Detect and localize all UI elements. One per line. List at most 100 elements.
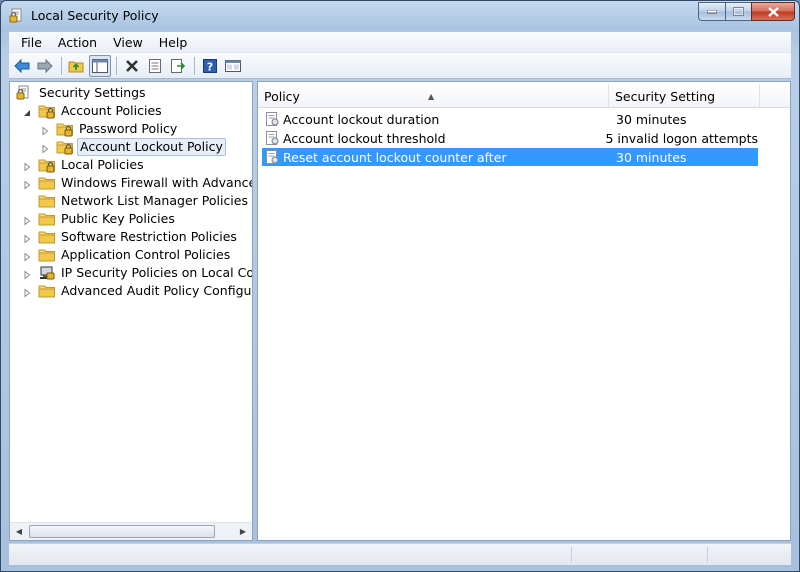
delete-icon [126, 59, 138, 72]
mmc-view-button[interactable] [222, 55, 244, 77]
export-list-button[interactable] [167, 55, 189, 77]
console-tree-pane[interactable]: Security Settings Account Policies Passwor… [9, 81, 253, 541]
up-folder-icon [68, 61, 84, 72]
tree-item[interactable]: Software Restriction Policies [22, 228, 239, 246]
folder-icon [38, 175, 56, 191]
table-row[interactable]: Account lockout threshold 5 invalid logon… [262, 129, 758, 147]
security-setting-cell: 30 minutes [616, 149, 687, 165]
collapsed-arrow-icon[interactable] [22, 268, 32, 280]
delete-button[interactable] [121, 55, 143, 77]
tree-item[interactable]: Windows Firewall with Advanced Secu [22, 174, 252, 192]
expanded-arrow-icon[interactable] [22, 106, 32, 116]
menu-action[interactable]: Action [50, 33, 105, 52]
back-button[interactable] [11, 55, 33, 77]
tree-item[interactable]: Account Lockout Policy [40, 138, 226, 156]
menu-view[interactable]: View [105, 33, 151, 52]
tree-item-label: Account Policies [61, 103, 162, 118]
tree-item[interactable]: Security Settings [16, 84, 148, 102]
console-tree: Security Settings Account Policies Passwor… [10, 84, 252, 520]
menu-help[interactable]: Help [151, 33, 196, 52]
svg-text:?: ? [207, 60, 213, 73]
minimize-button[interactable] [698, 2, 725, 21]
collapsed-arrow-icon[interactable] [22, 178, 32, 190]
tree-item[interactable]: Public Key Policies [22, 210, 177, 228]
tree-item-label: Local Policies [61, 157, 144, 172]
maximize-button[interactable] [725, 2, 751, 21]
policy-icon [264, 149, 280, 165]
folder-icon [38, 193, 56, 209]
column-header-policy[interactable]: Policy ▲ [258, 84, 609, 108]
tree-item[interactable]: Advanced Audit Policy Configuration [22, 282, 252, 300]
table-row[interactable]: Reset account lockout counter after 30 mi… [262, 148, 758, 166]
tree-item-label: Network List Manager Policies [61, 193, 248, 208]
folder-lock-icon [38, 103, 56, 119]
folder-icon [38, 247, 56, 263]
collapsed-arrow-icon[interactable] [40, 124, 50, 136]
collapsed-arrow-icon[interactable] [40, 142, 50, 154]
tree-item-label: Windows Firewall with Advanced Secu [61, 175, 252, 190]
minimize-icon [707, 9, 717, 13]
toolbar-separator [194, 56, 195, 75]
security-setting-cell: 30 minutes [616, 111, 687, 127]
window-title: Local Security Policy [31, 8, 159, 23]
ip-security-icon [38, 265, 56, 281]
mmc-view-icon [225, 59, 241, 72]
collapsed-arrow-icon[interactable] [22, 214, 32, 226]
toolbar-separator [116, 56, 117, 75]
collapsed-arrow-icon[interactable] [22, 232, 32, 244]
up-one-level-button[interactable] [66, 55, 88, 77]
menu-file[interactable]: File [13, 33, 50, 52]
properties-icon [149, 58, 161, 73]
tree-item-label: Advanced Audit Policy Configuration [61, 283, 252, 298]
forward-arrow-icon [37, 58, 53, 73]
tree-item[interactable]: Network List Manager Policies [22, 192, 250, 210]
tree-item[interactable]: Local Policies [22, 156, 146, 174]
close-icon [767, 6, 779, 17]
collapsed-arrow-icon[interactable] [22, 250, 32, 262]
show-hide-console-tree-button[interactable] [89, 54, 111, 77]
close-button[interactable] [751, 2, 795, 21]
security-setting-cell: 5 invalid logon attempts [605, 130, 758, 146]
tree-item[interactable]: Application Control Policies [22, 246, 232, 264]
toolbar-separator [61, 56, 62, 75]
toolbar: ? [9, 52, 791, 79]
tree-item-label: Account Lockout Policy [77, 138, 226, 156]
column-header-security-setting[interactable]: Security Setting [609, 84, 760, 108]
properties-button[interactable] [144, 55, 166, 77]
tree-item-label: Public Key Policies [61, 211, 175, 226]
status-bar [9, 543, 791, 565]
collapsed-arrow-icon[interactable] [22, 286, 32, 298]
horizontal-scrollbar[interactable]: ◀ ▶ [10, 522, 252, 540]
tree-item[interactable]: Password Policy [40, 120, 179, 138]
status-segment [571, 547, 707, 563]
folder-icon [38, 211, 56, 227]
help-button[interactable]: ? [199, 55, 221, 77]
tree-item-label: Application Control Policies [61, 247, 231, 262]
details-pane[interactable]: Policy ▲ Security Setting Account lockou… [257, 81, 791, 541]
tree-item[interactable]: Account Policies [22, 102, 164, 120]
policy-name-cell: Account lockout threshold [283, 130, 446, 146]
menu-bar: File Action View Help [9, 31, 791, 52]
collapsed-arrow-icon[interactable] [22, 160, 32, 172]
help-icon: ? [203, 58, 217, 73]
policy-icon [264, 130, 280, 146]
scroll-left-icon[interactable]: ◀ [11, 524, 27, 539]
folder-lock-icon [38, 157, 56, 173]
forward-button[interactable] [34, 55, 56, 77]
policy-name-cell: Reset account lockout counter after [283, 149, 507, 165]
title-bar[interactable]: Local Security Policy [1, 1, 799, 31]
policy-name-cell: Account lockout duration [283, 111, 440, 127]
status-segment [707, 547, 789, 563]
folder-icon [38, 283, 56, 299]
caption-buttons [698, 2, 795, 22]
folder-lock-icon [56, 121, 74, 137]
app-window: Local Security Policy File Action View H… [0, 0, 800, 572]
tree-item-label: Password Policy [79, 121, 178, 136]
list-header: Policy ▲ Security Setting [258, 84, 790, 108]
expander-placeholder [22, 196, 32, 206]
scroll-thumb[interactable] [29, 525, 215, 538]
sort-ascending-icon: ▲ [428, 92, 435, 101]
scroll-right-icon[interactable]: ▶ [235, 524, 251, 539]
tree-item[interactable]: IP Security Policies on Local Compute [22, 264, 252, 282]
table-row[interactable]: Account lockout duration 30 minutes [262, 110, 758, 128]
